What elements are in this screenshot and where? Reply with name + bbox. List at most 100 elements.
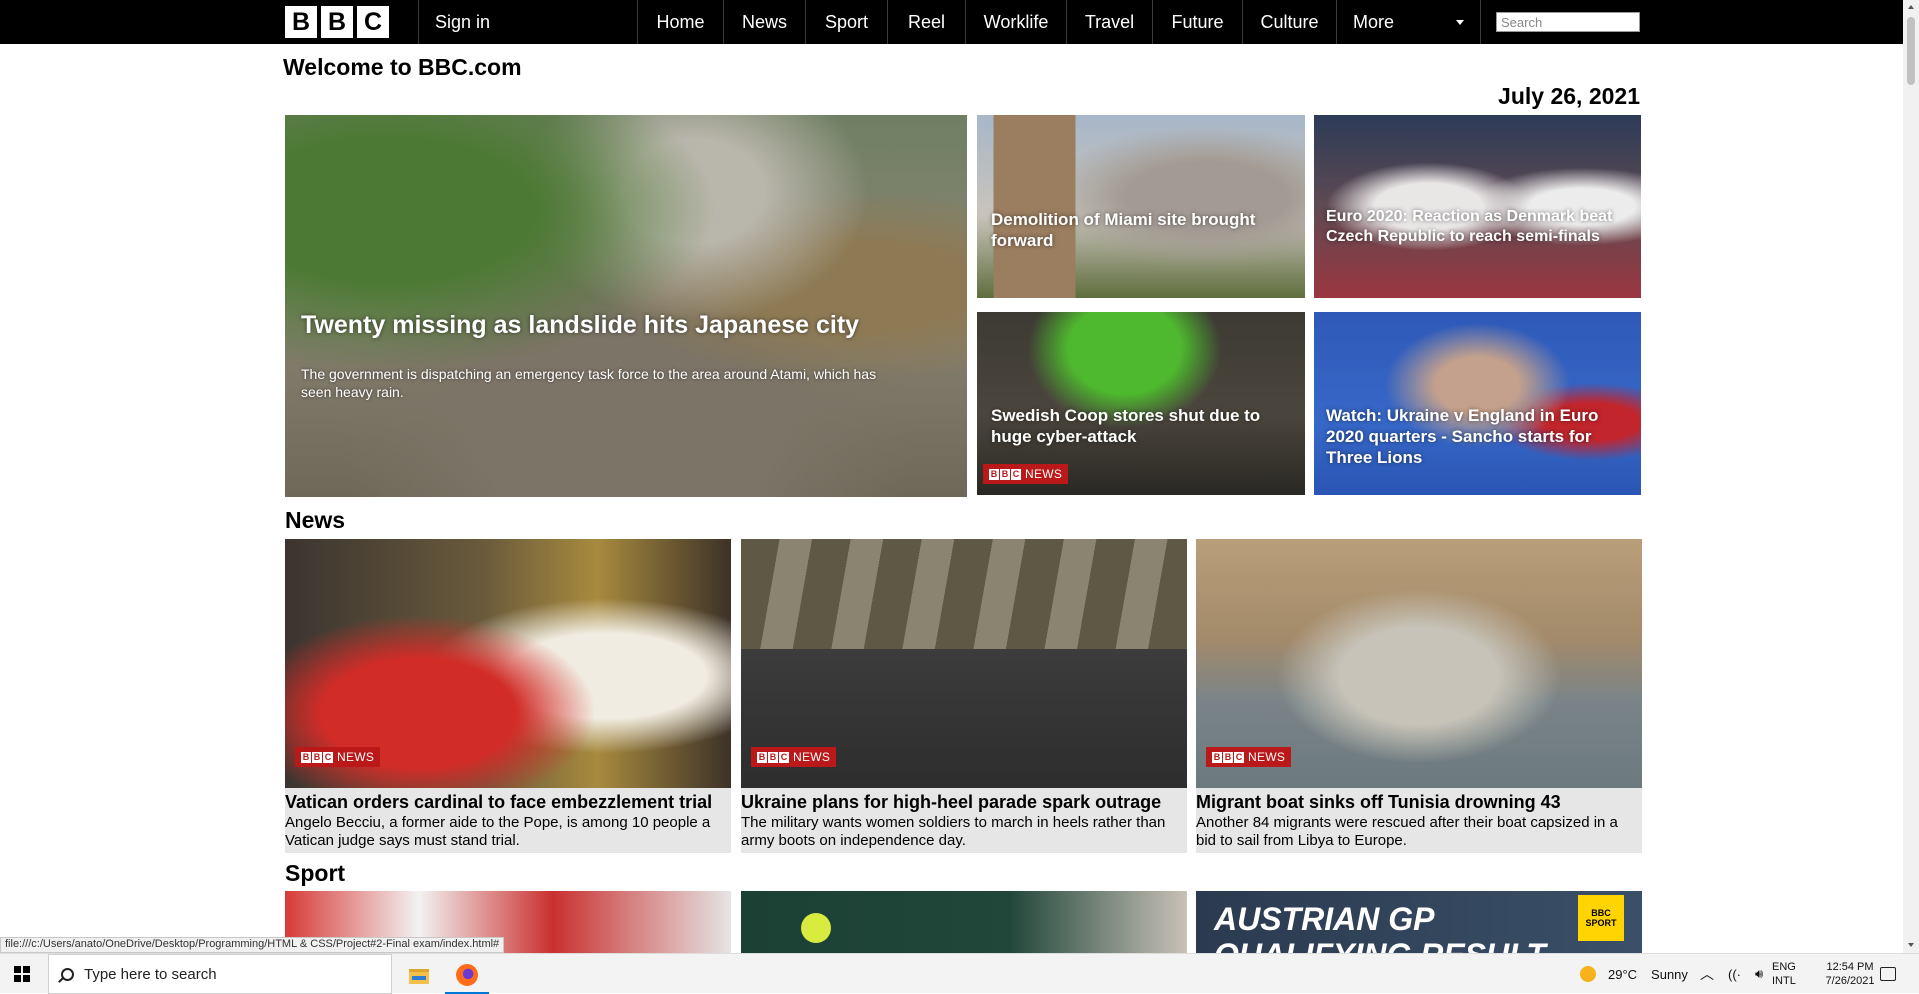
logo-letter-c: C	[357, 6, 389, 38]
nav-menu: Home News Sport Reel Worklife Travel Fut…	[637, 0, 1481, 44]
bbc-logo[interactable]: B B C	[285, 6, 389, 38]
news-card-title: Vatican orders cardinal to face embezzle…	[285, 792, 713, 812]
bbc-news-badge: B B C NEWS	[983, 464, 1069, 484]
news-card-image: B B C NEWS	[285, 539, 731, 788]
sport-badge-top: BBC	[1591, 908, 1611, 918]
weather-widget[interactable]: 29°C Sunny	[1580, 954, 1688, 994]
news-card-title: Ukraine plans for high-heel parade spark…	[741, 792, 1162, 812]
section-title-sport[interactable]: Sport	[285, 860, 345, 887]
chevron-up-icon[interactable]: ︿	[1700, 964, 1714, 984]
badge-letter: C	[779, 751, 789, 763]
bbc-news-badge: B B C NEWS	[751, 747, 837, 767]
nav-more-dropdown[interactable]: More	[1336, 0, 1481, 44]
badge-letter: C	[323, 751, 333, 763]
news-card[interactable]: B B C NEWS Migrant boat sinks off Tunisi…	[1196, 539, 1642, 853]
hero-tile-miami[interactable]: Demolition of Miami site brought forward	[977, 115, 1305, 298]
austrian-gp-title: AUSTRIAN GP	[1214, 901, 1435, 937]
sign-in-link[interactable]: Sign in	[418, 0, 490, 44]
scroll-up-icon[interactable]	[1908, 5, 1914, 9]
nav-item-news[interactable]: News	[723, 0, 805, 44]
nav-item-label: Reel	[907, 11, 946, 32]
nav-item-label: Worklife	[983, 11, 1049, 32]
welcome-heading: Welcome to BBC.com	[283, 54, 522, 80]
logo-letter-b1: B	[285, 6, 317, 38]
hero-tile-euro[interactable]: Euro 2020: Reaction as Denmark beat Czec…	[1314, 115, 1641, 298]
hero-tile-title: Euro 2020: Reaction as Denmark beat Czec…	[1326, 208, 1613, 245]
tennis-ball-icon	[801, 913, 831, 943]
sport-card-image[interactable]	[741, 891, 1187, 953]
nav-item-label: Future	[1171, 11, 1224, 32]
hero-tile-watch[interactable]: Watch: Ukraine v England in Euro 2020 qu…	[1314, 312, 1641, 495]
taskbar-search-box[interactable]: Type here to search	[48, 954, 392, 994]
news-card[interactable]: B B C NEWS Vatican orders cardinal to fa…	[285, 539, 731, 853]
speaker-icon[interactable]: 🔊︎	[1755, 966, 1763, 982]
bbc-sport-badge: BBC SPORT	[1578, 895, 1624, 941]
badge-label: NEWS	[793, 750, 831, 764]
nav-more-label: More	[1353, 11, 1395, 32]
weather-temp: 29°C	[1608, 966, 1638, 982]
hero-main-summary: The government is dispatching an emergen…	[301, 366, 877, 400]
news-card-summary: The military wants women soldiers to mar…	[741, 814, 1166, 849]
nav-item-label: Travel	[1084, 11, 1135, 32]
search-input[interactable]	[1496, 12, 1640, 32]
sign-in-label: Sign in	[435, 11, 491, 32]
firefox-icon[interactable]	[445, 958, 489, 994]
nav-item-future[interactable]: Future	[1152, 0, 1242, 44]
hero-tile-title: Swedish Coop stores shut due to huge cyb…	[991, 406, 1261, 446]
nav-item-sport[interactable]: Sport	[805, 0, 887, 44]
wifi-icon[interactable]: ((·	[1728, 967, 1741, 982]
sun-icon	[1580, 966, 1596, 982]
nav-item-home[interactable]: Home	[637, 0, 723, 44]
section-title-news[interactable]: News	[285, 507, 345, 534]
notifications-button[interactable]	[1880, 954, 1896, 994]
file-explorer-icon[interactable]	[397, 958, 441, 994]
scrollbar-thumb[interactable]	[1907, 17, 1915, 85]
nav-item-travel[interactable]: Travel	[1066, 0, 1152, 44]
sport-badge-bottom: SPORT	[1585, 918, 1617, 928]
hero-main-title: Twenty missing as landslide hits Japanes…	[301, 311, 860, 339]
sport-card-image[interactable]: AUSTRIAN GP QUALIFYING RESULT BBC SPORT	[1196, 891, 1642, 953]
system-tray-icons: ︿ ((· 🔊︎	[1700, 954, 1763, 994]
news-card-image: B B C NEWS	[1196, 539, 1642, 788]
weather-text: Sunny	[1651, 966, 1688, 982]
hero-main-story[interactable]: Twenty missing as landslide hits Japanes…	[285, 115, 967, 497]
clock-date: 7/26/2021	[1825, 975, 1875, 987]
nav-item-worklife[interactable]: Worklife	[965, 0, 1066, 44]
page-scrollbar[interactable]	[1903, 0, 1919, 953]
nav-item-label: Home	[656, 11, 705, 32]
scroll-down-icon[interactable]	[1908, 943, 1914, 947]
nav-item-label: Culture	[1260, 11, 1319, 32]
news-card[interactable]: B B C NEWS Ukraine plans for high-heel p…	[741, 539, 1187, 853]
qualifying-result-title: QUALIFYING RESULT	[1214, 937, 1546, 953]
clock[interactable]: 12:54 PM 7/26/2021	[1810, 954, 1890, 994]
news-card-image: B B C NEWS	[741, 539, 1187, 788]
news-card-summary: Another 84 migrants were rescued after t…	[1196, 814, 1618, 849]
nav-item-reel[interactable]: Reel	[887, 0, 965, 44]
news-card-title: Migrant boat sinks off Tunisia drowning …	[1196, 792, 1561, 812]
badge-label: NEWS	[1248, 750, 1286, 764]
lang-bottom: INTL	[1772, 975, 1796, 987]
badge-letter: B	[757, 751, 767, 763]
nav-item-culture[interactable]: Culture	[1242, 0, 1336, 44]
language-indicator[interactable]: ENG INTL	[1772, 954, 1802, 994]
badge-label: NEWS	[1025, 467, 1063, 481]
clock-time: 12:54 PM	[1826, 961, 1874, 973]
nav-item-label: Sport	[824, 11, 869, 32]
status-url: file:///c:/Users/anato/OneDrive/Desktop/…	[0, 937, 505, 953]
badge-letter: B	[1223, 751, 1233, 763]
badge-letter: B	[1000, 468, 1010, 480]
nav-item-label: News	[741, 11, 787, 32]
hero-tile-coop[interactable]: Swedish Coop stores shut due to huge cyb…	[977, 312, 1305, 495]
hero-tile-title: Watch: Ukraine v England in Euro 2020 qu…	[1326, 406, 1599, 467]
page-date: July 26, 2021	[1498, 83, 1640, 109]
badge-letter: B	[1212, 751, 1222, 763]
badge-letter: C	[1234, 751, 1244, 763]
notification-icon	[1880, 967, 1896, 981]
badge-letter: B	[301, 751, 311, 763]
logo-letter-b2: B	[321, 6, 353, 38]
taskbar: Type here to search 29°C Sunny ︿ ((· 🔊︎ …	[0, 953, 1919, 994]
windows-start-icon[interactable]	[14, 966, 30, 982]
top-nav: B B C Sign in Home News Sport Reel Workl…	[0, 0, 1903, 44]
bbc-news-badge: B B C NEWS	[1206, 747, 1292, 767]
badge-letter: C	[1011, 468, 1021, 480]
